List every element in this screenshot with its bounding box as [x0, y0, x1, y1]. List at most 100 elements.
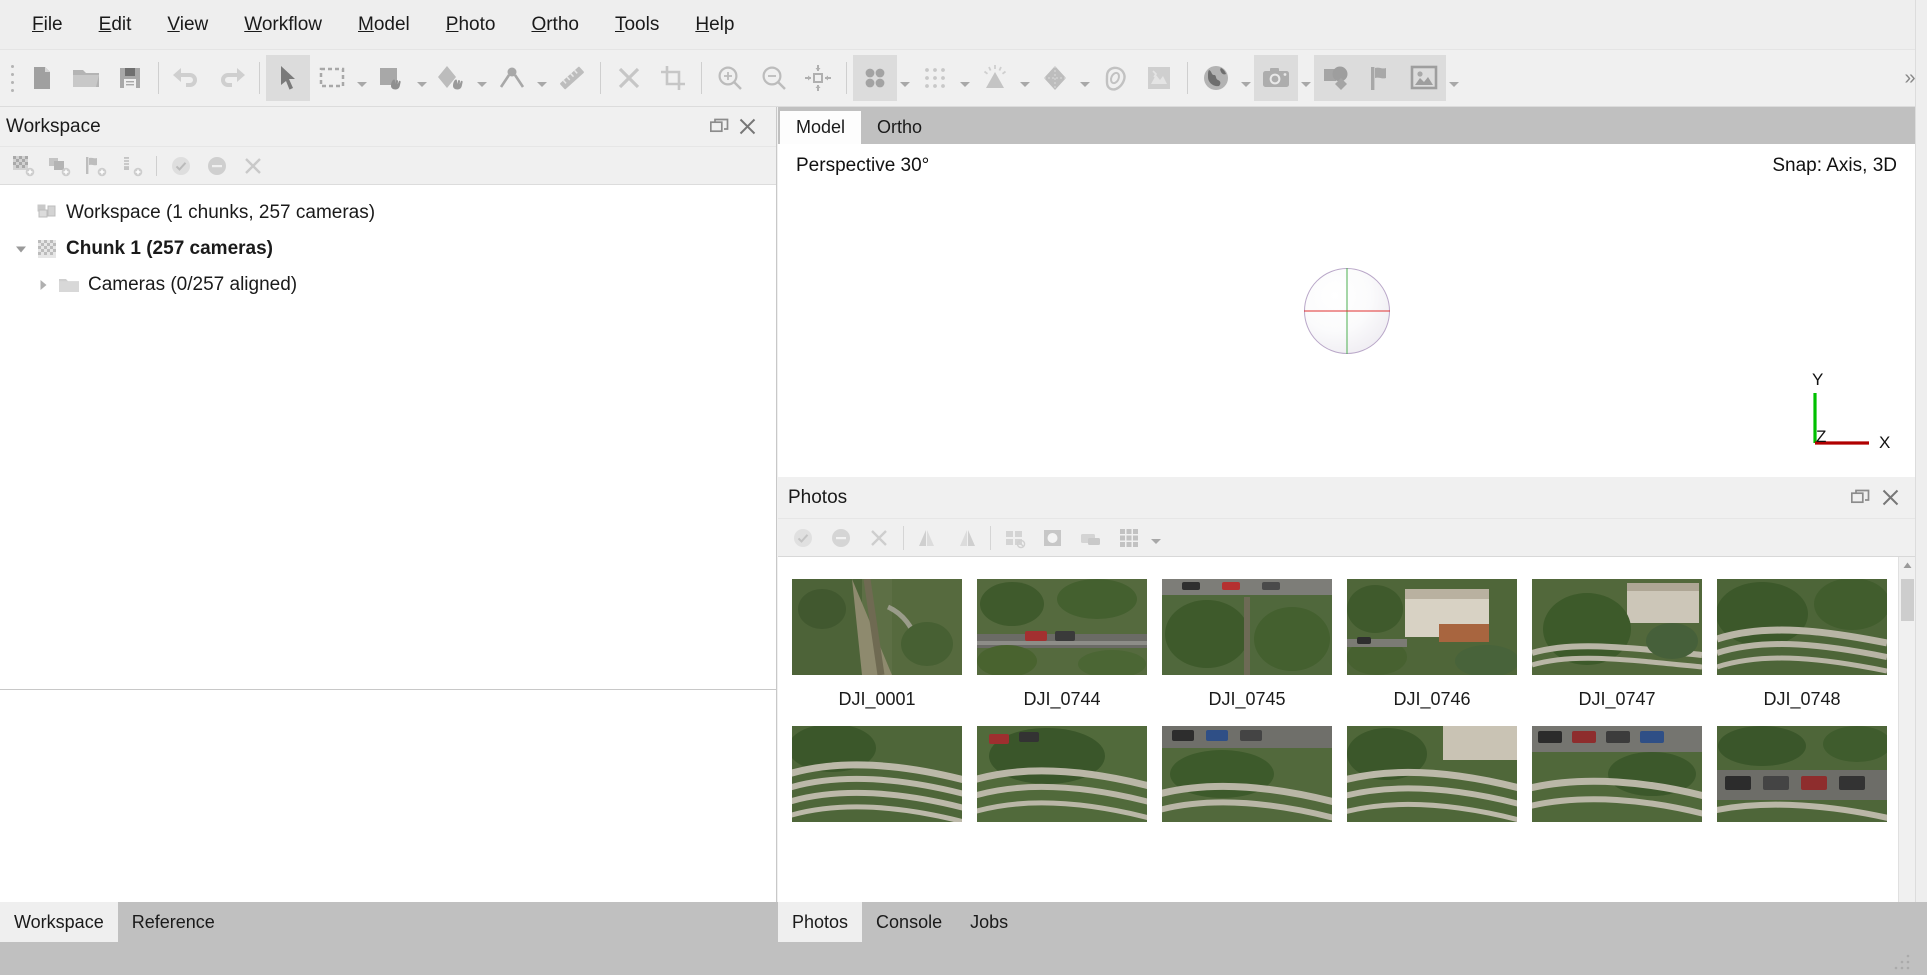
photo-thumbnail[interactable]: [1717, 579, 1887, 675]
photo-thumbnail[interactable]: [1347, 726, 1517, 822]
region-sphere[interactable]: [1303, 267, 1390, 354]
photo-cell[interactable]: DJI_0001: [792, 579, 962, 710]
dem-icon[interactable]: [973, 55, 1017, 101]
zoom-in-icon[interactable]: [708, 55, 752, 101]
menu-model[interactable]: Model: [340, 8, 428, 42]
camera-icon[interactable]: [1254, 55, 1298, 101]
photo-cell[interactable]: DJI_0744: [977, 579, 1147, 710]
menu-help[interactable]: Help: [677, 8, 752, 42]
undo-icon[interactable]: [165, 55, 209, 101]
scroll-up-icon[interactable]: [1899, 557, 1915, 574]
show-masks-icon[interactable]: [1034, 521, 1072, 555]
photo-cell[interactable]: [1532, 726, 1702, 836]
resize-region-dropdown[interactable]: [474, 55, 490, 101]
save-project-icon[interactable]: [108, 55, 152, 101]
menu-ortho[interactable]: Ortho: [513, 8, 597, 42]
menu-photo[interactable]: Photo: [428, 8, 514, 42]
grid-view-dropdown[interactable]: [1148, 521, 1164, 555]
images-dropdown[interactable]: [1446, 55, 1462, 101]
dem-dropdown[interactable]: [1017, 55, 1033, 101]
zoom-out-icon[interactable]: [752, 55, 796, 101]
point-cloud-icon[interactable]: [853, 55, 897, 101]
menu-file[interactable]: File: [14, 8, 81, 42]
redo-icon[interactable]: [209, 55, 253, 101]
rectangle-selection-icon[interactable]: [310, 55, 354, 101]
tab-reference[interactable]: Reference: [118, 902, 229, 942]
disable-photo-icon[interactable]: [822, 521, 860, 555]
tree-item-cameras[interactable]: Cameras (0/257 aligned): [0, 267, 776, 303]
remove-items-icon[interactable]: [235, 149, 271, 183]
mesh-dropdown[interactable]: [1077, 55, 1093, 101]
toolbar-drag-handle[interactable]: [4, 59, 20, 97]
workspace-horizontal-splitter[interactable]: [0, 689, 777, 690]
point-cloud-dropdown[interactable]: [897, 55, 913, 101]
shapes-icon[interactable]: [1314, 55, 1358, 101]
tab-photos[interactable]: Photos: [778, 902, 863, 942]
float-panel-icon[interactable]: [1851, 489, 1870, 506]
ruler-icon[interactable]: [550, 55, 594, 101]
menu-view[interactable]: View: [149, 8, 226, 42]
photo-thumbnail[interactable]: [792, 579, 962, 675]
photo-cell[interactable]: [1347, 726, 1517, 836]
orthomosaic-icon[interactable]: [1137, 55, 1181, 101]
rectangle-selection-dropdown[interactable]: [354, 55, 370, 101]
tab-workspace[interactable]: Workspace: [0, 902, 118, 942]
photo-cell[interactable]: [792, 726, 962, 836]
move-region-dropdown[interactable]: [414, 55, 430, 101]
tiled-model-icon[interactable]: [1093, 55, 1137, 101]
menu-edit[interactable]: Edit: [81, 8, 150, 42]
menu-workflow[interactable]: Workflow: [226, 8, 340, 42]
photo-cell[interactable]: DJI_0745: [1162, 579, 1332, 710]
model-3d-canvas[interactable]: Perspective 30° Snap: Axis, 3D Y X Z: [778, 144, 1915, 477]
rotate-right-icon[interactable]: [947, 521, 985, 555]
photo-cell[interactable]: [1717, 726, 1887, 836]
photo-cell[interactable]: DJI_0746: [1347, 579, 1517, 710]
reset-view-icon[interactable]: [796, 55, 840, 101]
add-chunk-icon[interactable]: [6, 149, 42, 183]
resize-region-icon[interactable]: [430, 55, 474, 101]
navigation-cursor-icon[interactable]: [266, 55, 310, 101]
globe-icon[interactable]: [1194, 55, 1238, 101]
close-panel-icon[interactable]: [1882, 489, 1899, 506]
reset-masks-icon[interactable]: [996, 521, 1034, 555]
photo-thumbnail[interactable]: [1717, 726, 1887, 822]
photo-thumbnail[interactable]: [1532, 579, 1702, 675]
photo-cell[interactable]: DJI_0748: [1717, 579, 1887, 710]
photo-thumbnail[interactable]: [792, 726, 962, 822]
photo-thumbnail[interactable]: [1162, 579, 1332, 675]
tree-item-chunk1[interactable]: Chunk 1 (257 cameras): [0, 231, 776, 267]
move-region-icon[interactable]: [370, 55, 414, 101]
tab-ortho[interactable]: Ortho: [861, 111, 938, 144]
resize-grip-icon[interactable]: [1893, 953, 1911, 971]
photo-thumbnail[interactable]: [1162, 726, 1332, 822]
photos-scrollbar[interactable]: [1898, 557, 1915, 902]
tab-console[interactable]: Console: [862, 902, 956, 942]
tree-expander-expanded[interactable]: [8, 244, 34, 254]
add-markers-icon[interactable]: [78, 149, 114, 183]
mesh-icon[interactable]: [1033, 55, 1077, 101]
rotate-region-icon[interactable]: [490, 55, 534, 101]
photo-cell[interactable]: [1162, 726, 1332, 836]
float-panel-icon[interactable]: [710, 118, 729, 135]
open-project-icon[interactable]: [64, 55, 108, 101]
enable-photo-icon[interactable]: [784, 521, 822, 555]
tab-model[interactable]: Model: [780, 111, 862, 144]
photo-thumbnail[interactable]: [977, 726, 1147, 822]
globe-dropdown[interactable]: [1238, 55, 1254, 101]
tie-points-dropdown[interactable]: [957, 55, 973, 101]
delete-selection-icon[interactable]: [607, 55, 651, 101]
new-project-icon[interactable]: [20, 55, 64, 101]
remove-photo-icon[interactable]: [860, 521, 898, 555]
scroll-thumb[interactable]: [1901, 579, 1914, 621]
crop-selection-icon[interactable]: [651, 55, 695, 101]
camera-dropdown[interactable]: [1298, 55, 1314, 101]
menu-tools[interactable]: Tools: [597, 8, 677, 42]
photo-cell[interactable]: [977, 726, 1147, 836]
tie-points-icon[interactable]: [913, 55, 957, 101]
rotate-region-dropdown[interactable]: [534, 55, 550, 101]
markers-flag-icon[interactable]: [1358, 55, 1402, 101]
tab-jobs[interactable]: Jobs: [956, 902, 1022, 942]
enable-icon[interactable]: [163, 149, 199, 183]
photo-thumbnail[interactable]: [977, 579, 1147, 675]
tree-item-workspace[interactable]: Workspace (1 chunks, 257 cameras): [0, 195, 776, 231]
